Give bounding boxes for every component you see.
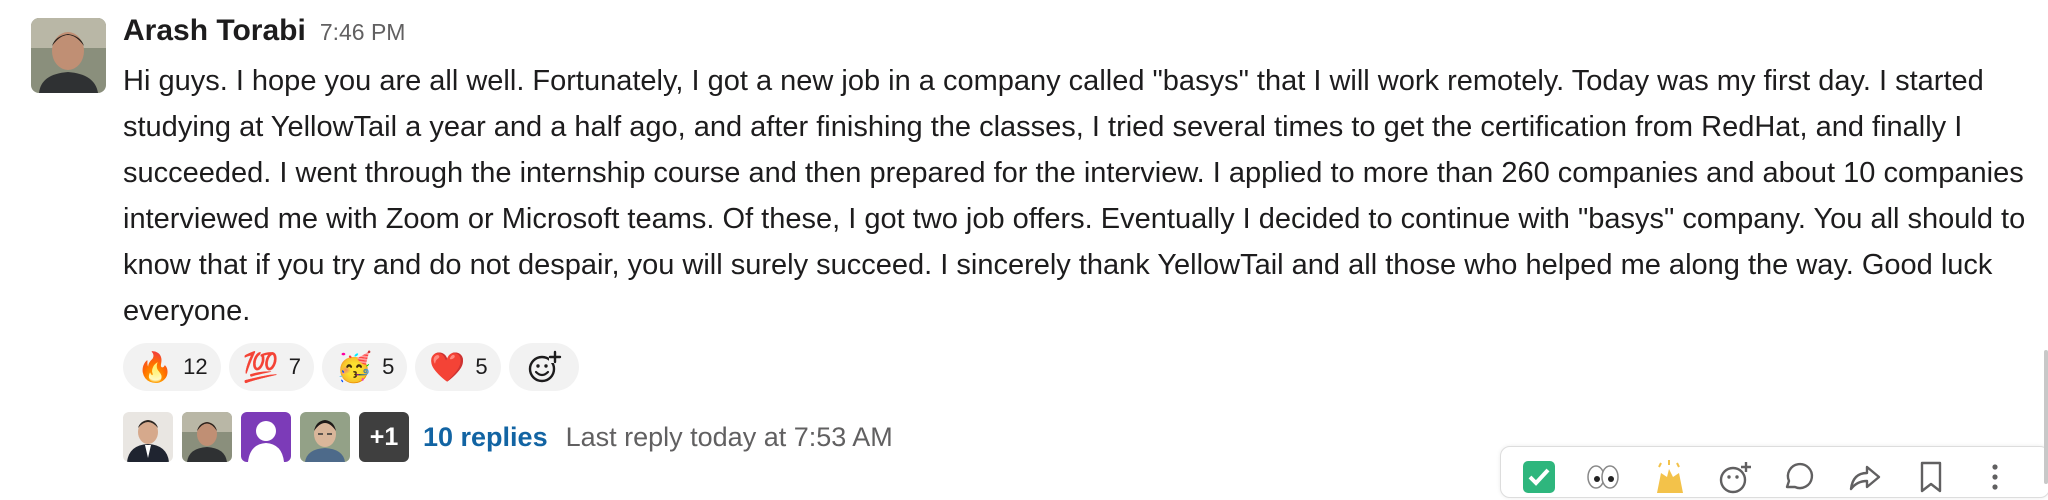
reply-avatar[interactable]	[300, 412, 350, 462]
partying-face-emoji-icon: 🥳	[335, 349, 373, 384]
reaction-count: 12	[183, 354, 208, 379]
scrollbar-thumb[interactable]	[2044, 350, 2048, 484]
message-actions-toolbar	[1500, 446, 2048, 498]
checkmark-reaction-icon[interactable]	[1521, 459, 1557, 495]
reaction-fire[interactable]: 🔥 12	[123, 343, 221, 391]
fire-emoji-icon: 🔥	[137, 349, 174, 384]
hundred-points-emoji-icon: 💯	[242, 349, 279, 384]
more-participants-badge[interactable]: +1	[359, 412, 409, 462]
reply-avatar[interactable]	[123, 412, 173, 462]
message-header: Arash Torabi 7:46 PM	[123, 14, 405, 48]
add-reaction-icon	[528, 350, 562, 383]
author-name[interactable]: Arash Torabi	[123, 14, 306, 48]
reaction-count: 5	[475, 354, 488, 379]
reaction-partying-face[interactable]: 🥳 5	[321, 343, 408, 391]
reaction-count: 7	[288, 354, 301, 379]
replies-link[interactable]: 10 replies	[423, 422, 548, 453]
reply-in-thread-icon[interactable]	[1781, 459, 1817, 495]
eyes-reaction-icon[interactable]	[1585, 459, 1621, 495]
reaction-count: 5	[382, 354, 395, 379]
message-text: Hi guys. I hope you are all well. Fortun…	[123, 65, 2026, 327]
last-reply-time: Last reply today at 7:53 AM	[565, 421, 893, 452]
add-reaction-icon[interactable]	[1717, 459, 1753, 495]
reaction-hundred[interactable]: 💯 7	[228, 343, 314, 391]
reply-avatar[interactable]	[241, 412, 291, 462]
message-timestamp[interactable]: 7:46 PM	[320, 19, 406, 46]
red-heart-emoji-icon: ❤️	[429, 349, 466, 384]
reply-avatar[interactable]	[182, 412, 232, 462]
message-container: Arash Torabi 7:46 PM Hi guys. I hope you…	[0, 0, 2048, 498]
reactions-bar: 🔥 12 💯 7 🥳 5 ❤️ 5	[123, 343, 579, 391]
add-reaction-button[interactable]	[508, 343, 579, 391]
thread-summary[interactable]: +1 10 replies Last reply today at 7:53 A…	[123, 412, 893, 462]
raised-hands-reaction-icon[interactable]	[1651, 459, 1687, 495]
author-avatar[interactable]	[31, 18, 106, 93]
bookmark-icon[interactable]	[1913, 459, 1949, 495]
more-actions-icon[interactable]	[1977, 459, 2013, 495]
share-message-icon[interactable]	[1847, 459, 1883, 495]
reaction-heart[interactable]: ❤️ 5	[415, 343, 501, 391]
